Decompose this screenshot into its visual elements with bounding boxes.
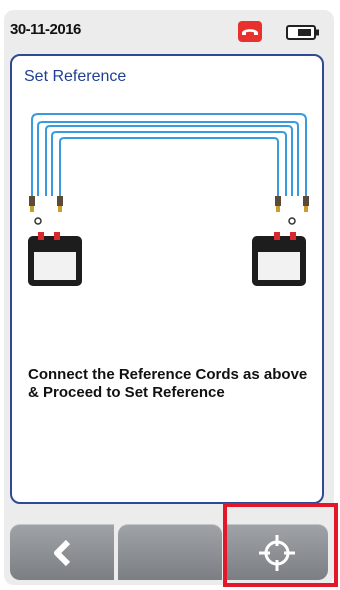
tester-device-icon — [28, 232, 306, 286]
highlight-box — [223, 503, 338, 587]
cord-connectors — [29, 196, 309, 225]
content-panel: Set Reference Connect the Reference Cord… — [10, 54, 324, 504]
back-button[interactable] — [10, 524, 114, 580]
reference-cord-icon — [31, 113, 307, 196]
chevron-left-icon — [54, 539, 71, 566]
status-bar: 30-11-2016 — [4, 10, 334, 50]
instruction-message: Connect the Reference Cords as above & P… — [28, 366, 308, 401]
phone-hangup-icon — [238, 21, 262, 42]
reference-cord-diagram — [28, 113, 309, 286]
device-screen: 30-11-2016 Set Reference Connect the Ref… — [4, 10, 334, 585]
page-title: Set Reference — [24, 68, 127, 85]
battery-icon — [286, 25, 319, 40]
blank-button[interactable] — [118, 524, 222, 580]
date-label: 30-11-2016 — [10, 21, 81, 38]
